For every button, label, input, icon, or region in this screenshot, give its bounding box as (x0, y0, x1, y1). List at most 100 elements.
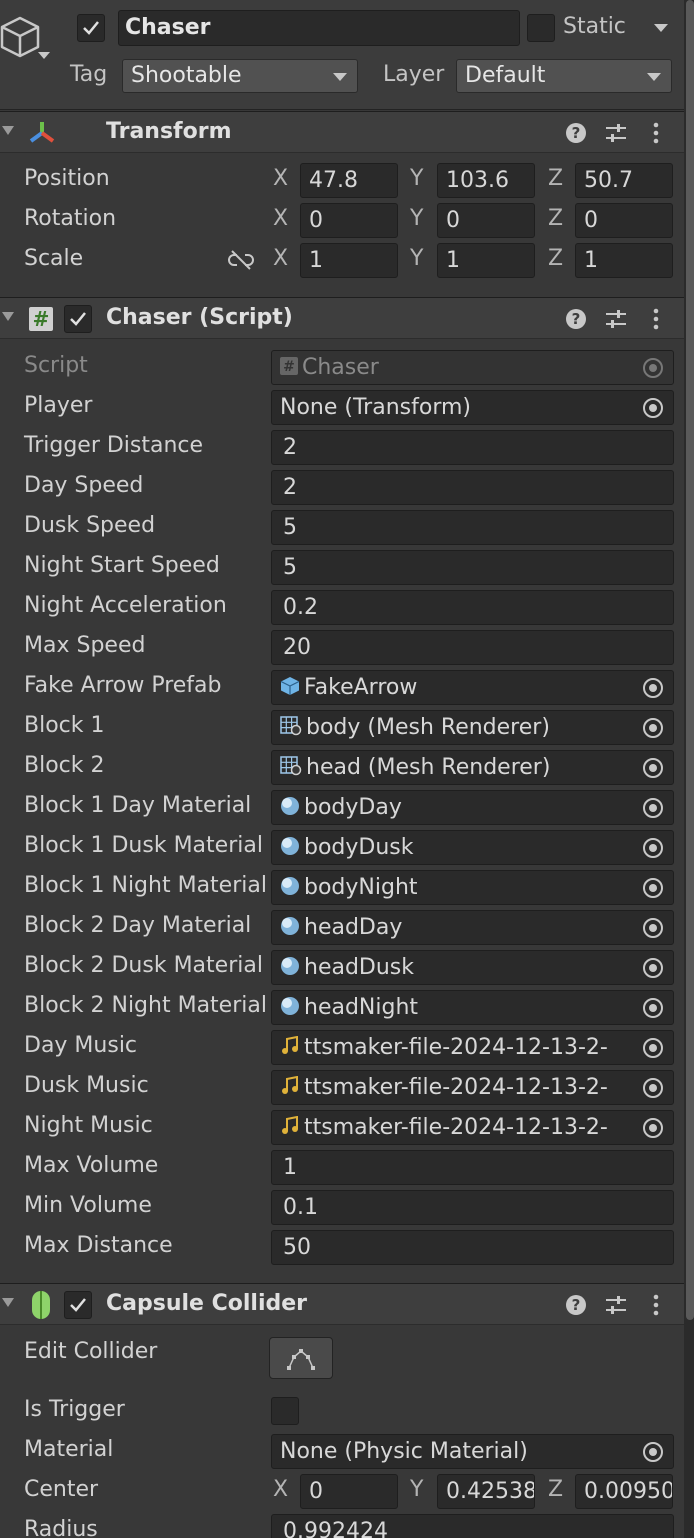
transform-header[interactable]: Transform ? (0, 111, 684, 153)
foldout-arrow[interactable] (2, 126, 14, 135)
block-2-night-material-field[interactable]: headNight (271, 990, 674, 1025)
kebab-menu-icon[interactable] (644, 307, 668, 331)
night-start-speed-field[interactable]: 5 (271, 550, 674, 585)
field-label: Night Music (24, 1113, 153, 1138)
kebab-menu-icon[interactable] (644, 121, 668, 145)
min-volume-field[interactable]: 0.1 (271, 1190, 674, 1225)
field-label: Day Speed (24, 473, 144, 498)
object-picker-icon[interactable] (643, 1038, 663, 1058)
field-label: Block 1 Dusk Material (24, 833, 263, 858)
axis-z-label[interactable]: Z (548, 206, 563, 231)
inspector-scrollbar[interactable] (684, 0, 694, 1538)
object-picker-icon[interactable] (643, 798, 663, 818)
question-circle-icon[interactable]: ? (564, 121, 588, 145)
axis-z-label[interactable]: Z (548, 246, 563, 271)
object-picker-icon[interactable] (643, 1118, 663, 1138)
object-picker-icon[interactable] (643, 878, 663, 898)
object-picker-icon[interactable] (643, 998, 663, 1018)
night-acceleration-field[interactable]: 0.2 (271, 590, 674, 625)
tag-dropdown[interactable]: Shootable (122, 59, 358, 93)
kebab-menu-icon[interactable] (644, 1293, 668, 1317)
object-picker-icon[interactable] (643, 758, 663, 778)
static-toggle[interactable] (527, 14, 555, 42)
rotation-z-field[interactable]: 0 (575, 203, 673, 238)
is-trigger-checkbox[interactable] (271, 1397, 299, 1425)
axis-x-label[interactable]: X (273, 1477, 288, 1502)
center-z-field[interactable]: 0.00950 (575, 1474, 673, 1509)
question-circle-icon[interactable]: ? (564, 1293, 588, 1317)
sliders-icon[interactable] (604, 307, 628, 331)
capsule-collider-header[interactable]: Capsule Collider ? (0, 1283, 684, 1325)
day-music-field[interactable]: ttsmaker-file-2024-12-13-2- (271, 1030, 674, 1065)
script-enabled-toggle[interactable] (64, 305, 92, 333)
max-speed-field[interactable]: 20 (271, 630, 674, 665)
scrollbar-thumb[interactable] (686, 0, 694, 1320)
object-picker-icon[interactable] (643, 1442, 663, 1462)
icon-dropdown-arrow[interactable] (38, 52, 50, 59)
sliders-icon[interactable] (604, 121, 628, 145)
position-z-field[interactable]: 50.7 (575, 163, 673, 198)
is-trigger-row: Is Trigger (0, 1391, 684, 1431)
question-circle-icon[interactable]: ? (564, 307, 588, 331)
axis-x-label[interactable]: X (273, 246, 288, 271)
dusk-speed-field[interactable]: 5 (271, 510, 674, 545)
trigger-distance-field[interactable]: 2 (271, 430, 674, 465)
scale-x-field[interactable]: 1 (300, 243, 398, 278)
player-field[interactable]: None (Transform) (271, 390, 674, 425)
field-label: Player (24, 393, 93, 418)
object-picker-icon[interactable] (643, 918, 663, 938)
object-picker-icon[interactable] (643, 718, 663, 738)
night-music-field[interactable]: ttsmaker-file-2024-12-13-2- (271, 1110, 674, 1145)
block-2-dusk-material-field[interactable]: headDusk (271, 950, 674, 985)
axis-z-label[interactable]: Z (548, 1477, 563, 1502)
block-2-field[interactable]: head (Mesh Renderer) (271, 750, 674, 785)
position-x-field[interactable]: 47.8 (300, 163, 398, 198)
radius-field[interactable]: 0.992424 (271, 1514, 674, 1538)
static-dropdown-arrow[interactable] (654, 24, 668, 32)
axis-z-label[interactable]: Z (548, 166, 563, 191)
object-picker-icon[interactable] (643, 958, 663, 978)
unlinked-chain-icon[interactable] (228, 249, 254, 271)
block-2-day-material-field[interactable]: headDay (271, 910, 674, 945)
object-picker-icon[interactable] (643, 398, 663, 418)
script-component-header[interactable]: # Chaser (Script) ? (0, 297, 684, 339)
dusk-music-field[interactable]: ttsmaker-file-2024-12-13-2- (271, 1070, 674, 1105)
center-y-field[interactable]: 0.42538 (437, 1474, 535, 1509)
rotation-x-field[interactable]: 0 (300, 203, 398, 238)
scale-z-field[interactable]: 1 (575, 243, 673, 278)
center-x-field[interactable]: 0 (300, 1474, 398, 1509)
object-picker-icon[interactable] (643, 838, 663, 858)
sliders-icon[interactable] (604, 1293, 628, 1317)
radius-label: Radius (24, 1517, 98, 1538)
block-1-night-material-field[interactable]: bodyNight (271, 870, 674, 905)
axis-x-label[interactable]: X (273, 166, 288, 191)
block-1-dusk-material-field[interactable]: bodyDusk (271, 830, 674, 865)
axis-y-label[interactable]: Y (410, 206, 423, 231)
layer-dropdown[interactable]: Default (456, 59, 672, 93)
night-music-row: Night Music ttsmaker-file-2024-12-13-2- (0, 1107, 684, 1147)
axis-y-label[interactable]: Y (410, 1477, 423, 1502)
foldout-arrow[interactable] (2, 312, 14, 321)
position-y-field[interactable]: 103.6 (437, 163, 535, 198)
axis-y-label[interactable]: Y (410, 166, 423, 191)
object-picker-icon[interactable] (643, 678, 663, 698)
object-picker-icon[interactable] (643, 1078, 663, 1098)
physic-material-field[interactable]: None (Physic Material) (271, 1434, 674, 1469)
axis-x-label[interactable]: X (273, 206, 288, 231)
active-toggle[interactable] (77, 14, 105, 42)
collider-enabled-toggle[interactable] (64, 1291, 92, 1319)
max-volume-field[interactable]: 1 (271, 1150, 674, 1185)
fake-arrow-prefab-field[interactable]: FakeArrow (271, 670, 674, 705)
axis-y-label[interactable]: Y (410, 246, 423, 271)
object-name-input[interactable]: Chaser (118, 10, 520, 46)
day-speed-field[interactable]: 2 (271, 470, 674, 505)
scale-y-field[interactable]: 1 (437, 243, 535, 278)
max-distance-field[interactable]: 50 (271, 1230, 674, 1265)
rotation-y-field[interactable]: 0 (437, 203, 535, 238)
field-value: FakeArrow (304, 675, 418, 700)
edit-collider-button[interactable] (269, 1337, 333, 1379)
block-1-day-material-field[interactable]: bodyDay (271, 790, 674, 825)
foldout-arrow[interactable] (2, 1298, 14, 1307)
block-1-field[interactable]: body (Mesh Renderer) (271, 710, 674, 745)
field-value: headNight (304, 995, 419, 1020)
